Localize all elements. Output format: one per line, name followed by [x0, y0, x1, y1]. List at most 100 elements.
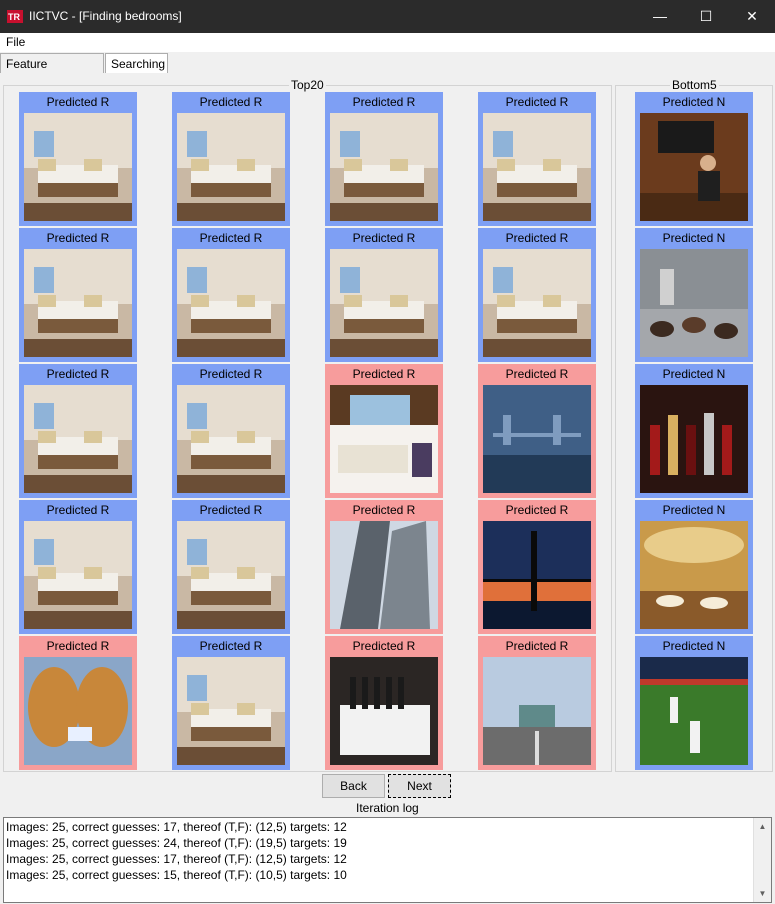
- prediction-label: Predicted R: [352, 639, 416, 653]
- top20-result-cell[interactable]: Predicted R: [478, 500, 596, 634]
- top20-result-cell[interactable]: Predicted R: [172, 500, 290, 634]
- top20-result-cell[interactable]: Predicted R: [19, 92, 137, 226]
- top20-result-cell[interactable]: Predicted R: [172, 364, 290, 498]
- result-thumbnail[interactable]: [330, 249, 438, 357]
- result-thumbnail[interactable]: [177, 521, 285, 629]
- top20-result-cell[interactable]: Predicted R: [478, 92, 596, 226]
- top20-result-cell[interactable]: Predicted R: [325, 636, 443, 770]
- top20-result-cell[interactable]: Predicted R: [478, 364, 596, 498]
- result-thumbnail[interactable]: [640, 385, 748, 493]
- bottom5-legend: Bottom5: [670, 78, 719, 92]
- prediction-label: Predicted N: [662, 95, 726, 109]
- maximize-button[interactable]: ☐: [683, 0, 729, 33]
- result-thumbnail[interactable]: [177, 249, 285, 357]
- result-thumbnail[interactable]: [24, 521, 132, 629]
- svg-text:TR: TR: [8, 12, 20, 22]
- scroll-down-icon[interactable]: ▼: [754, 885, 771, 902]
- menu-bar: File: [0, 33, 775, 52]
- bottom5-result-cell[interactable]: Predicted N: [635, 636, 753, 770]
- bottom5-result-cell[interactable]: Predicted N: [635, 364, 753, 498]
- result-thumbnail[interactable]: [640, 249, 748, 357]
- result-thumbnail[interactable]: [483, 657, 591, 765]
- result-thumbnail[interactable]: [483, 113, 591, 221]
- top20-result-cell[interactable]: Predicted R: [172, 92, 290, 226]
- prediction-label: Predicted R: [505, 503, 569, 517]
- result-thumbnail[interactable]: [640, 657, 748, 765]
- result-thumbnail[interactable]: [24, 385, 132, 493]
- menu-file[interactable]: File: [6, 35, 25, 49]
- tab-strip: Feature extraction Searching: [0, 52, 775, 91]
- result-thumbnail[interactable]: [177, 113, 285, 221]
- log-line: Images: 25, correct guesses: 17, thereof…: [6, 852, 347, 866]
- top20-result-cell[interactable]: Predicted R: [19, 636, 137, 770]
- result-thumbnail[interactable]: [177, 385, 285, 493]
- result-thumbnail[interactable]: [330, 385, 438, 493]
- result-thumbnail[interactable]: [640, 113, 748, 221]
- prediction-label: Predicted R: [199, 503, 263, 517]
- top20-result-cell[interactable]: Predicted R: [478, 636, 596, 770]
- top20-result-cell[interactable]: Predicted R: [325, 500, 443, 634]
- prediction-label: Predicted R: [352, 503, 416, 517]
- prediction-label: Predicted R: [199, 639, 263, 653]
- prediction-label: Predicted R: [199, 95, 263, 109]
- minimize-button[interactable]: —: [637, 0, 683, 33]
- result-thumbnail[interactable]: [640, 521, 748, 629]
- prediction-label: Predicted N: [662, 367, 726, 381]
- result-thumbnail[interactable]: [24, 249, 132, 357]
- prediction-label: Predicted R: [199, 367, 263, 381]
- prediction-label: Predicted R: [505, 95, 569, 109]
- result-thumbnail[interactable]: [24, 657, 132, 765]
- app-icon: TR: [7, 10, 23, 23]
- prediction-label: Predicted N: [662, 503, 726, 517]
- top20-result-cell[interactable]: Predicted R: [19, 500, 137, 634]
- result-thumbnail[interactable]: [483, 521, 591, 629]
- top20-result-cell[interactable]: Predicted R: [325, 228, 443, 362]
- close-button[interactable]: ✕: [729, 0, 775, 33]
- prediction-label: Predicted R: [199, 231, 263, 245]
- top20-result-cell[interactable]: Predicted R: [19, 364, 137, 498]
- top20-result-cell[interactable]: Predicted R: [172, 228, 290, 362]
- window-title: IICTVC - [Finding bedrooms]: [29, 9, 182, 23]
- top20-result-cell[interactable]: Predicted R: [325, 92, 443, 226]
- log-line: Images: 25, correct guesses: 17, thereof…: [6, 820, 347, 834]
- top20-legend: Top20: [289, 78, 326, 92]
- back-button[interactable]: Back: [322, 774, 385, 798]
- prediction-label: Predicted R: [46, 231, 110, 245]
- bottom5-result-cell[interactable]: Predicted N: [635, 92, 753, 226]
- tab-searching[interactable]: Searching: [105, 53, 168, 73]
- result-thumbnail[interactable]: [330, 657, 438, 765]
- next-button[interactable]: Next: [388, 774, 451, 798]
- bottom5-result-cell[interactable]: Predicted N: [635, 500, 753, 634]
- top20-result-cell[interactable]: Predicted R: [172, 636, 290, 770]
- prediction-label: Predicted N: [662, 639, 726, 653]
- prediction-label: Predicted R: [352, 231, 416, 245]
- top20-result-cell[interactable]: Predicted R: [325, 364, 443, 498]
- result-thumbnail[interactable]: [483, 249, 591, 357]
- prediction-label: Predicted R: [46, 503, 110, 517]
- tab-feature-extraction[interactable]: Feature extraction: [0, 53, 104, 91]
- prediction-label: Predicted R: [352, 95, 416, 109]
- prediction-label: Predicted R: [46, 95, 110, 109]
- result-thumbnail[interactable]: [330, 113, 438, 221]
- result-thumbnail[interactable]: [24, 113, 132, 221]
- bottom5-result-cell[interactable]: Predicted N: [635, 228, 753, 362]
- log-line: Images: 25, correct guesses: 24, thereof…: [6, 836, 347, 850]
- prediction-label: Predicted R: [352, 367, 416, 381]
- result-thumbnail[interactable]: [483, 385, 591, 493]
- top20-result-cell[interactable]: Predicted R: [478, 228, 596, 362]
- result-thumbnail[interactable]: [330, 521, 438, 629]
- prediction-label: Predicted R: [46, 367, 110, 381]
- result-thumbnail[interactable]: [177, 657, 285, 765]
- prediction-label: Predicted R: [46, 639, 110, 653]
- prediction-label: Predicted N: [662, 231, 726, 245]
- top20-result-cell[interactable]: Predicted R: [19, 228, 137, 362]
- prediction-label: Predicted R: [505, 367, 569, 381]
- scroll-up-icon[interactable]: ▲: [754, 818, 771, 835]
- log-line: Images: 25, correct guesses: 15, thereof…: [6, 868, 347, 882]
- prediction-label: Predicted R: [505, 231, 569, 245]
- iteration-log-legend: Iteration log: [354, 801, 421, 815]
- log-scrollbar[interactable]: ▲ ▼: [753, 818, 771, 902]
- prediction-label: Predicted R: [505, 639, 569, 653]
- iteration-log[interactable]: Images: 25, correct guesses: 17, thereof…: [3, 817, 772, 903]
- title-bar: TR IICTVC - [Finding bedrooms] — ☐ ✕: [0, 0, 775, 33]
